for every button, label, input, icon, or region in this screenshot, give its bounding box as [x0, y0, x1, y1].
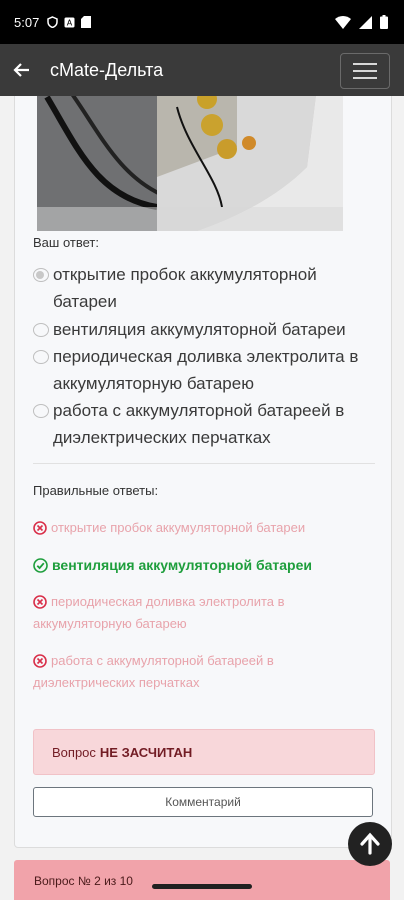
result-text: вентиляция аккумуляторной батареи: [52, 557, 312, 573]
arrow-left-icon: [13, 63, 29, 77]
hamburger-icon: [353, 63, 377, 65]
battery-icon: [380, 15, 388, 29]
content-area: Ваш ответ: открытие пробок аккумуляторно…: [0, 96, 404, 900]
x-circle-icon: [33, 595, 47, 609]
radio-icon[interactable]: [33, 323, 49, 337]
result-text: работа с аккумуляторной батареей в диэле…: [33, 653, 274, 690]
status-time: 5:07: [14, 14, 40, 30]
answer-option[interactable]: открытие пробок аккумуляторной батареи: [33, 261, 383, 315]
answer-option-text: работа с аккумуляторной батареей в диэле…: [53, 401, 345, 447]
correct-answers-title: Правильные ответы:: [33, 483, 159, 498]
back-button[interactable]: [2, 50, 42, 90]
a-box-icon: A: [64, 17, 75, 27]
result-item: периодическая доливка электролита в акку…: [33, 591, 363, 635]
shield-icon: [47, 16, 59, 28]
home-indicator[interactable]: [152, 884, 252, 889]
wifi-icon: [335, 15, 351, 29]
question-photo: [37, 96, 343, 231]
app-title: cMate-Дельта: [50, 59, 164, 80]
radio-icon[interactable]: [33, 404, 49, 418]
x-circle-icon: [33, 521, 47, 535]
x-circle-icon: [33, 654, 47, 668]
result-item: работа с аккумуляторной батареей в диэле…: [33, 650, 363, 694]
status-bar: 5:07 A: [0, 0, 404, 44]
verdict-alert: Вопрос НЕ ЗАСЧИТАН: [33, 729, 375, 775]
answer-option-text: вентиляция аккумуляторной батареи: [53, 320, 346, 339]
answer-option[interactable]: работа с аккумуляторной батареей в диэле…: [33, 397, 383, 451]
your-answer-label: Ваш ответ:: [33, 235, 99, 250]
result-item: вентиляция аккумуляторной батареи: [33, 554, 363, 576]
sd-card-icon: [81, 16, 92, 28]
signal-icon: [359, 15, 372, 29]
verdict-prefix: Вопрос: [52, 744, 96, 760]
question-card: Ваш ответ: открытие пробок аккумуляторно…: [14, 96, 392, 848]
hamburger-icon: [353, 77, 377, 79]
status-right-icons: [335, 15, 388, 29]
result-text: открытие пробок аккумуляторной батареи: [51, 520, 306, 535]
result-item: открытие пробок аккумуляторной батареи: [33, 517, 363, 539]
svg-text:A: A: [67, 18, 73, 27]
result-text: периодическая доливка электролита в акку…: [33, 594, 285, 631]
divider: [33, 463, 375, 464]
arrow-up-icon: [360, 832, 380, 855]
answer-option-text: открытие пробок аккумуляторной батареи: [53, 265, 317, 311]
answer-option[interactable]: вентиляция аккумуляторной батареи: [33, 316, 383, 343]
radio-icon[interactable]: [33, 350, 49, 364]
hamburger-icon: [353, 70, 377, 72]
radio-checked-icon[interactable]: [33, 268, 49, 282]
scroll-top-button[interactable]: [348, 822, 392, 866]
comment-button[interactable]: Комментарий: [33, 787, 373, 817]
verdict-status: НЕ ЗАСЧИТАН: [99, 744, 193, 760]
status-left-icons: A: [47, 16, 92, 28]
app-bar: cMate-Дельта: [0, 44, 404, 96]
check-circle-icon: [33, 558, 48, 573]
menu-button[interactable]: [340, 53, 390, 89]
answer-option-text: периодическая доливка электролита в акку…: [53, 347, 359, 393]
answer-option[interactable]: периодическая доливка электролита в акку…: [33, 343, 383, 397]
